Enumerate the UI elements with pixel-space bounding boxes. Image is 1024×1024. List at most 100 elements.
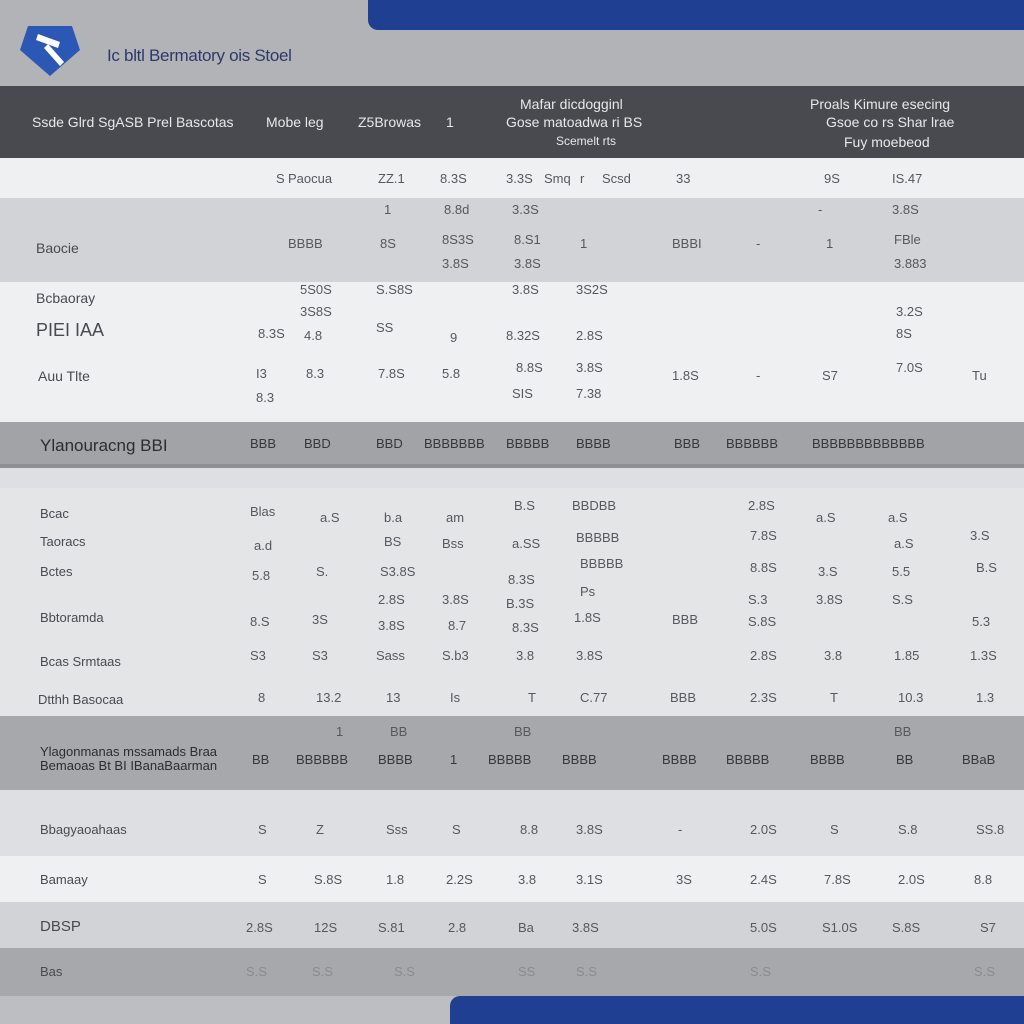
table-cell: BBBBBBBBBBBBB (812, 436, 925, 451)
table-cell: 3.S (818, 564, 838, 579)
table-cell: 8.S1 (514, 232, 541, 247)
table-cell: Bss (442, 536, 464, 551)
row-label: Bbtoramda (40, 610, 104, 625)
subheader-cell: 33 (676, 171, 691, 186)
table-cell: a.d (254, 538, 273, 553)
header-col-3[interactable]: 1 (446, 114, 454, 130)
table-cell: S.S (974, 964, 995, 979)
section-label: Bemaoas Bt BI IBanaBaarman (40, 758, 218, 773)
row-label: Bbagyaoahaas (40, 822, 127, 837)
table-cell: 2.8S (246, 920, 273, 935)
row-label: Auu Tlte (38, 368, 90, 384)
table-cell: 3.883 (894, 256, 927, 271)
table-cell: 3.8S (892, 202, 919, 217)
table-cell: S.S (246, 964, 267, 979)
table-cell: 12S (314, 920, 338, 935)
section-band-2: 1 BB BB BB Ylagonmanas mssamads Braa Bem… (0, 716, 1024, 790)
table-cell: B.S (514, 498, 535, 513)
app-title: Ic bltl Bermatory ois Stoel (107, 46, 292, 65)
table-cell: BB (896, 752, 914, 767)
table-cell: 3S2S (576, 282, 608, 297)
table-cell: BBB (674, 436, 701, 451)
table-cell: BB (514, 724, 532, 739)
table-cell: 5.0S (750, 920, 777, 935)
table-cell: BBB (672, 612, 699, 627)
table-cell: S3 (312, 648, 328, 663)
table-cell: C.77 (580, 690, 608, 705)
table-cell: S. (316, 564, 329, 579)
table-cell: S.8S (748, 614, 777, 629)
table-cell: 8.8S (750, 560, 777, 575)
table-cell: 2.8S (576, 328, 603, 343)
table-cell: 1 (826, 236, 834, 251)
table-cell: 3.S (970, 528, 990, 543)
table-cell: BBBBBB (726, 436, 779, 451)
table-cell: 7.0S (896, 360, 923, 375)
section-label: Ylanouracng BBI (40, 436, 168, 455)
table-cell: BBD (376, 436, 403, 451)
table-cell: BBBBB (576, 530, 620, 545)
table-cell: 8S (380, 236, 396, 251)
subheader-cell: ZZ.1 (378, 171, 405, 186)
block-3: Bcac Blas a.S b.a am B.S BBDBB 2.8S a.S … (0, 488, 1024, 716)
table-cell: - (678, 822, 683, 837)
table-cell: BS (384, 534, 402, 549)
table-cell: Ps (580, 584, 596, 599)
table-cell: 7.8S (378, 366, 405, 381)
table-cell: S (258, 822, 267, 837)
table-cell: 5.5 (892, 564, 911, 579)
header-group-2-line-3: Fuy moebeod (844, 134, 930, 150)
table-cell: 8.3S (508, 572, 535, 587)
table-cell: 2.8S (748, 498, 775, 513)
subheader-cell: S (276, 171, 285, 186)
subheader-cell: Smq (544, 171, 571, 186)
subheader-cell: IS.47 (892, 171, 923, 186)
row-label: PIEI IAA (36, 320, 105, 340)
table-cell: 3S (676, 872, 692, 887)
table-cell: 9 (450, 330, 458, 345)
table-cell: 5.8 (252, 568, 271, 583)
table-cell: BB (894, 724, 912, 739)
table-cell: SS (518, 964, 536, 979)
header-col-2[interactable]: Z5Browas (358, 114, 421, 130)
table-cell: 3.8S (576, 822, 603, 837)
subheader-cell: 9S (824, 171, 840, 186)
block-1: Baocie 1 8.8d 3.3S - 3.8S BBBB 8S 8S3S 8… (0, 198, 1024, 282)
table-cell: T (528, 690, 536, 705)
table-cell: S3 (250, 648, 266, 663)
subheader-row: S Paocua ZZ.1 8.3S 3.3S Smq r Scsd 33 9S… (0, 158, 1024, 198)
table-cell: S.8S (314, 872, 343, 887)
table-cell: 2.8S (750, 648, 777, 663)
row-label: Taoracs (40, 534, 86, 549)
table-cell: BBD (304, 436, 331, 451)
table-cell: SS.8 (976, 822, 1005, 837)
table-cell: 13 (386, 690, 401, 705)
table-cell: 1.8 (386, 872, 405, 887)
row-label: Bcbaoray (36, 290, 96, 306)
table-cell: S (452, 822, 461, 837)
table-cell: Is (450, 690, 461, 705)
table-cell: 3.8S (378, 618, 405, 633)
table-cell: 1 (580, 236, 588, 251)
table-cell: S.S8S (376, 282, 413, 297)
table-cell: 3S8S (300, 304, 332, 319)
table-cell: S7 (822, 368, 838, 383)
header-col-1[interactable]: Mobe leg (266, 114, 324, 130)
shield-hammer-icon (20, 26, 80, 76)
section-label: Ylagonmanas mssamads Braa (40, 744, 218, 759)
table-cell: 1.3S (970, 648, 997, 663)
table-cell: 8.8S (516, 360, 543, 375)
table-cell: 3.1S (576, 872, 603, 887)
table-header: Ssde Glrd SgASB Prel Bascotas Mobe leg Z… (0, 86, 1024, 158)
table-cell: SIS (512, 386, 533, 401)
table-cell: 3.8S (576, 360, 603, 375)
table-cell: BBBB (378, 752, 413, 767)
table-cell: BBBBBB (296, 752, 349, 767)
header-col-0[interactable]: Ssde Glrd SgASB Prel Bascotas (32, 114, 234, 130)
bottom-row-0: Bbagyaoahaas S Z Sss S 8.8 3.8S - 2.0S S… (0, 790, 1024, 856)
table-cell: 8.8 (974, 872, 993, 887)
bottom-row-3: Bas S.S S.S S.S SS S.S S.S S.S (0, 948, 1024, 996)
table-cell: - (756, 236, 761, 251)
table-cell: 1.85 (894, 648, 920, 663)
table-cell: b.a (384, 510, 403, 525)
